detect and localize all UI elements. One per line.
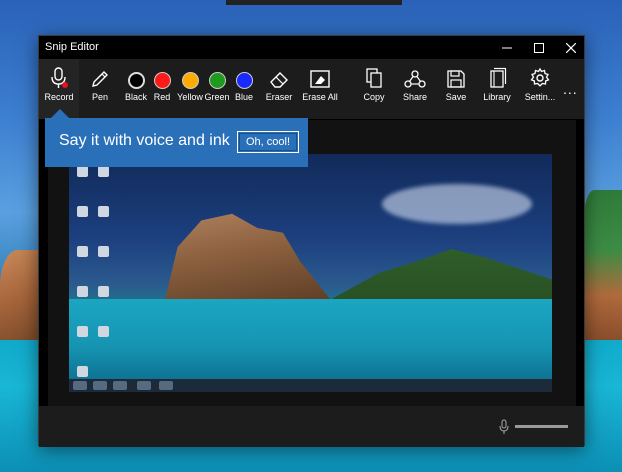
pen-icon	[92, 71, 108, 87]
toolbar: Record Pen Black Red Yellow Green Blue E…	[39, 59, 584, 119]
window-title: Snip Editor	[45, 41, 99, 53]
erase-all-label: Erase All	[302, 92, 338, 102]
more-options-button[interactable]: ...	[563, 81, 578, 97]
red-label: Red	[153, 92, 171, 102]
eraser-button[interactable]: Eraser	[264, 59, 294, 119]
black-swatch-icon	[127, 72, 145, 89]
share-label: Share	[402, 92, 428, 102]
screenshot-water	[69, 299, 552, 379]
library-icon	[490, 67, 507, 88]
yellow-label: Yellow	[177, 92, 203, 102]
share-icon	[404, 70, 426, 88]
eraser-label: Eraser	[265, 92, 293, 102]
color-black-button[interactable]: Black	[123, 59, 149, 119]
maximize-icon	[534, 42, 544, 53]
screenshot-taskbar	[69, 379, 552, 392]
color-green-button[interactable]: Green	[204, 59, 230, 119]
green-swatch-icon	[208, 72, 226, 89]
library-button[interactable]: Library	[481, 59, 513, 119]
save-icon	[447, 70, 465, 88]
minimize-icon	[502, 47, 512, 48]
screenshot-rock	[164, 213, 334, 304]
save-label: Save	[445, 92, 467, 102]
eraser-icon	[270, 72, 288, 88]
title-bar: Snip Editor	[39, 36, 584, 59]
desktop-taskbar-stub	[226, 0, 402, 5]
captured-screenshot	[69, 154, 552, 392]
color-blue-button[interactable]: Blue	[232, 59, 256, 119]
settings-button[interactable]: Settin...	[523, 59, 557, 119]
screenshot-desktop-icons	[72, 156, 122, 392]
red-swatch-icon	[153, 72, 171, 89]
pen-button[interactable]: Pen	[87, 59, 113, 119]
recording-dot-icon	[62, 82, 68, 88]
copy-button[interactable]: Copy	[361, 59, 387, 119]
erase-all-icon	[310, 70, 330, 88]
green-label: Green	[204, 92, 230, 102]
playback-bar	[39, 406, 584, 447]
black-label: Black	[124, 92, 147, 102]
color-red-button[interactable]: Red	[151, 59, 173, 119]
pen-label: Pen	[91, 92, 108, 102]
blue-label: Blue	[234, 92, 253, 102]
minimize-button[interactable]	[491, 36, 523, 59]
blue-swatch-icon	[235, 72, 253, 89]
dismiss-tip-button[interactable]: Oh, cool!	[237, 131, 299, 153]
snip-editor-window: Snip Editor Record Pen Black Red Yellow …	[38, 35, 585, 447]
microphone-icon[interactable]	[499, 419, 509, 435]
color-yellow-button[interactable]: Yellow	[176, 59, 204, 119]
screenshot-cloud	[382, 184, 532, 224]
record-label: Record	[44, 92, 74, 102]
close-button[interactable]	[555, 36, 587, 59]
close-icon	[566, 42, 576, 53]
tip-message: Say it with voice and ink	[59, 132, 230, 149]
microphone-icon	[51, 67, 68, 88]
desktop-cliff-right	[582, 190, 622, 340]
library-label: Library	[483, 92, 511, 102]
screenshot-hill	[319, 249, 552, 306]
playback-slider[interactable]	[515, 425, 568, 428]
yellow-swatch-icon	[181, 72, 199, 89]
settings-label: Settin...	[524, 92, 556, 102]
save-button[interactable]: Save	[444, 59, 468, 119]
share-button[interactable]: Share	[402, 59, 428, 119]
copy-label: Copy	[363, 92, 385, 102]
tip-callout: Say it with voice and ink Oh, cool!	[45, 109, 308, 167]
maximize-button[interactable]	[523, 36, 555, 59]
copy-icon	[366, 68, 382, 88]
erase-all-button[interactable]: Erase All	[302, 59, 338, 119]
gear-icon	[530, 67, 550, 87]
